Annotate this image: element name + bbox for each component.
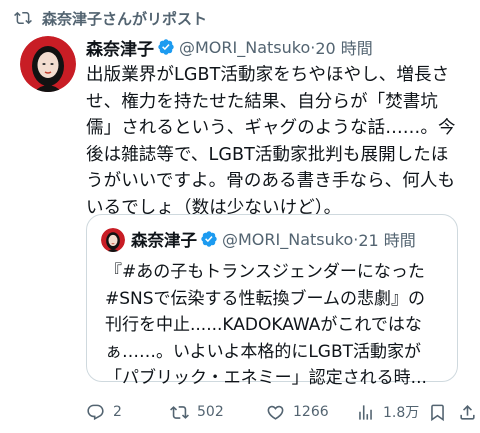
quote-text-line: 『#あの子もトランスジェンダーになった <box>105 262 425 282</box>
repost-label: 森奈津子さんがリポスト <box>42 9 208 28</box>
share-icon <box>460 404 475 420</box>
bookmark-button[interactable] <box>428 400 447 424</box>
repost-icon <box>14 11 32 25</box>
view-count: 1.8万 <box>383 405 420 421</box>
repost-count: 502 <box>197 404 224 420</box>
avatar-image <box>20 36 76 92</box>
repost-action-icon <box>170 405 189 419</box>
tweet-author-row: 森奈津子 @MORI_Natsuko · 20 時間 <box>86 34 373 60</box>
author-name[interactable]: 森奈津子 <box>86 35 154 60</box>
author-handle[interactable]: @MORI_Natsuko <box>179 38 310 57</box>
views-button[interactable]: 1.8万 <box>356 400 419 424</box>
reply-icon <box>87 404 104 420</box>
post-time[interactable]: 20 時間 <box>315 35 372 59</box>
quote-text-line: 刊行を中止......KADOKAWAがこれではな <box>105 315 422 335</box>
quote-avatar-image <box>101 228 125 252</box>
quoted-tweet-card[interactable]: 森奈津子 @MORI_Natsuko · 21 時間 『#あの子もトランスジェン… <box>86 214 458 388</box>
tweet-text: 出版業界がLGBT活動家をちやほやし、増長さ せ、権力を持たせた結果、自分らが「… <box>86 62 468 221</box>
views-icon <box>359 404 372 420</box>
like-button[interactable]: 1266 <box>266 400 329 424</box>
repost-header[interactable]: 森奈津子さんがリポスト <box>14 6 208 30</box>
avatar[interactable] <box>20 36 76 92</box>
share-button[interactable] <box>458 400 477 424</box>
reply-button[interactable]: 2 <box>86 400 122 424</box>
quote-avatar <box>101 228 125 252</box>
quote-author-row: 森奈津子 @MORI_Natsuko · 21 時間 <box>131 226 416 252</box>
tweet-text-line: 後は雑誌等で、LGBT活動家批判も展開したほ <box>86 144 449 165</box>
verified-badge-icon[interactable] <box>157 38 175 56</box>
tweet-text-line: うがいいですよ。骨のある書き手なら、何人も <box>86 171 456 191</box>
quote-author-handle: @MORI_Natsuko <box>222 229 354 249</box>
quote-text-line: 「パブリック・エネミー」認定される時... <box>105 368 427 388</box>
quote-text-line: ぁ……。いよいよ本格的にLGBT活動家が <box>105 341 422 362</box>
reply-count: 2 <box>113 404 122 420</box>
quote-text-line: #SNSで伝染する性転換ブームの悲劇』の <box>105 288 426 309</box>
quote-verified-badge-icon <box>201 231 217 247</box>
tweet-text-line: 出版業界がLGBT活動家をちやほやし、増長さ <box>86 65 450 85</box>
heart-icon <box>267 405 284 420</box>
quote-post-time: 21 時間 <box>358 231 416 250</box>
bookmark-icon <box>431 404 444 421</box>
quote-text: 『#あの子もトランスジェンダーになった #SNSで伝染する性転換ブームの悲劇』の… <box>105 259 450 392</box>
repost-button[interactable]: 502 <box>170 400 224 424</box>
action-bar: 2 502 1266 1.8万 <box>86 400 480 424</box>
like-count: 1266 <box>293 404 329 420</box>
tweet-text-line: せ、権力を持たせた結果、自分らが「焚書坑 <box>86 91 438 112</box>
tweet-text-line: 儒」されるという、ギャグのような話……。今 <box>86 118 456 138</box>
quote-author-name: 森奈津子 <box>131 231 197 250</box>
